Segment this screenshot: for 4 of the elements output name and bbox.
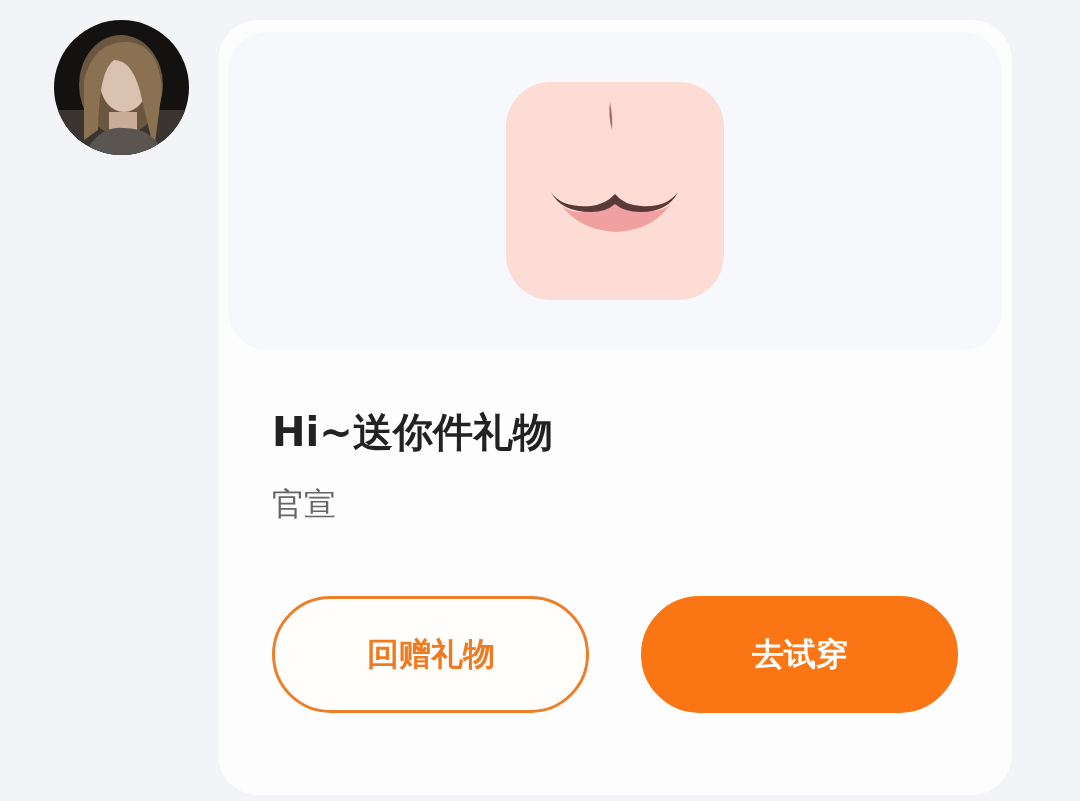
return-gift-button[interactable]: 回赠礼物 — [272, 596, 589, 713]
gift-title: Hi~送你件礼物 — [272, 408, 554, 457]
try-on-button[interactable]: 去试穿 — [641, 596, 958, 713]
gift-subtitle: 官宣 — [272, 484, 337, 525]
